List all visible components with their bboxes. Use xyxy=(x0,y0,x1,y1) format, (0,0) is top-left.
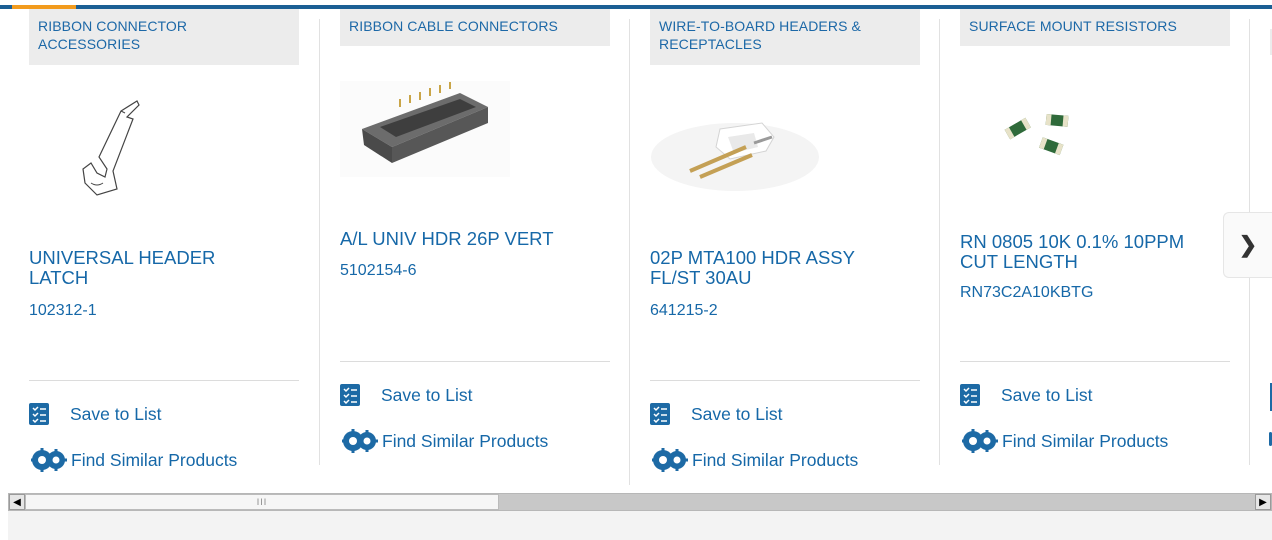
product-card: WIRE-TO-BOARD HEADERS & RECEPTACLES 02P … xyxy=(650,9,920,484)
column-divider xyxy=(629,19,630,485)
gears-icon xyxy=(31,448,67,472)
category-label[interactable]: WIRE-TO-BOARD HEADERS & RECEPTACLES xyxy=(650,9,920,65)
product-carousel: RIBBON CONNECTOR ACCESSORIES UNIVERSAL H… xyxy=(0,9,1272,489)
save-to-list-button[interactable]: Save to List xyxy=(340,384,472,406)
find-similar-button[interactable]: Find Similar Products xyxy=(650,447,858,473)
scroll-right-button[interactable]: ▶ xyxy=(1255,494,1271,510)
part-number[interactable]: 5102154-6 xyxy=(340,262,417,280)
gears-icon xyxy=(342,429,378,453)
product-title[interactable]: UNIVERSAL HEADER LATCH xyxy=(29,248,269,288)
save-to-list-label: Save to List xyxy=(691,403,783,424)
bottom-area xyxy=(8,511,1272,540)
category-label[interactable]: SURFACE MOUNT RESISTORS xyxy=(960,9,1230,46)
ribbon-cable-header-icon[interactable] xyxy=(340,81,510,177)
product-title[interactable]: RN 0805 10K 0.1% 10PPM CUT LENGTH xyxy=(960,232,1220,272)
product-card: SURFACE MOUNT RESISTORS RN 0805 10K 0.1%… xyxy=(960,9,1230,484)
save-to-list-label: Save to List xyxy=(70,403,162,424)
column-divider xyxy=(319,19,320,465)
find-similar-button[interactable]: Find Similar Products xyxy=(29,447,237,473)
find-similar-button[interactable]: Find Similar Products xyxy=(960,428,1168,454)
part-number[interactable]: 641215-2 xyxy=(650,302,718,320)
save-to-list-button[interactable]: Save to List xyxy=(960,384,1092,406)
find-similar-label: Find Similar Products xyxy=(1002,430,1169,451)
find-similar-label: Find Similar Products xyxy=(692,449,859,470)
category-label[interactable]: RIBBON CONNECTOR ACCESSORIES xyxy=(29,9,299,65)
find-similar-label: Find Similar Products xyxy=(71,449,238,470)
column-divider xyxy=(939,19,940,465)
smd-resistors-icon[interactable] xyxy=(1000,107,1080,163)
scroll-grip: III xyxy=(256,497,268,507)
carousel-next-button[interactable]: ❯ xyxy=(1223,212,1272,278)
gears-icon xyxy=(962,429,998,453)
save-to-list-label: Save to List xyxy=(1001,384,1093,405)
product-title[interactable]: 02P MTA100 HDR ASSY FL/ST 30AU xyxy=(650,248,900,288)
scroll-thumb[interactable]: III xyxy=(25,494,499,510)
category-label[interactable]: RIBBON CABLE CONNECTORS xyxy=(340,9,610,46)
horizontal-scrollbar[interactable]: ◀ III ▶ xyxy=(8,493,1272,511)
scroll-left-button[interactable]: ◀ xyxy=(9,494,25,510)
card-divider xyxy=(650,380,920,381)
part-number[interactable]: 102312-1 xyxy=(29,302,97,320)
card-divider xyxy=(340,361,610,362)
product-card: RIBBON CONNECTOR ACCESSORIES UNIVERSAL H… xyxy=(29,9,299,484)
arrow-right-icon: ▶ xyxy=(1259,496,1267,508)
find-similar-button[interactable]: Find Similar Products xyxy=(340,428,548,454)
checklist-icon xyxy=(29,403,49,425)
wire-to-board-header-icon[interactable] xyxy=(650,107,820,195)
chevron-right-icon: ❯ xyxy=(1238,232,1258,257)
checklist-icon xyxy=(650,403,670,425)
part-number[interactable]: RN73C2A10KBTG xyxy=(960,284,1093,302)
gears-icon xyxy=(652,448,688,472)
arrow-left-icon: ◀ xyxy=(13,496,21,508)
checklist-icon xyxy=(340,384,360,406)
product-card: RIBBON CABLE CONNECTORS A/L UNIV HDR 26P… xyxy=(340,9,610,484)
save-to-list-button[interactable]: Save to List xyxy=(29,403,161,425)
card-divider xyxy=(960,361,1230,362)
header-latch-drawing-icon[interactable] xyxy=(77,97,149,199)
card-divider xyxy=(29,380,299,381)
save-to-list-label: Save to List xyxy=(381,384,473,405)
checklist-icon xyxy=(960,384,980,406)
top-accent-bar xyxy=(0,0,1272,9)
save-to-list-button[interactable]: Save to List xyxy=(650,403,782,425)
product-title[interactable]: A/L UNIV HDR 26P VERT xyxy=(340,229,600,249)
scroll-track[interactable] xyxy=(499,494,1257,510)
find-similar-label: Find Similar Products xyxy=(382,430,549,451)
